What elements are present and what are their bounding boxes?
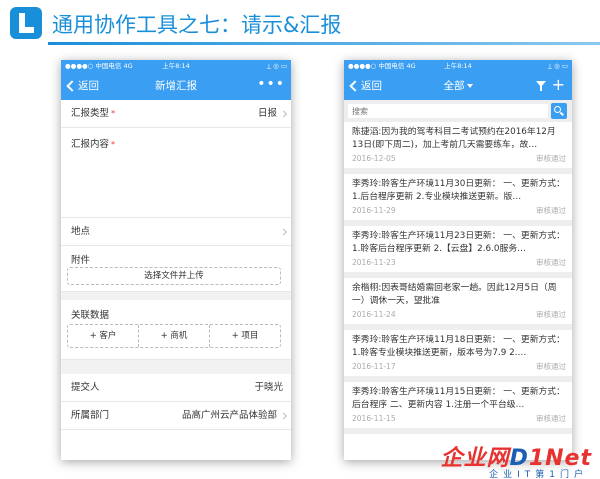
report-list-item[interactable]: 李秀玲:聆客生产环境11月15日更新： 一、更新方式：后台程序 二、更新内容 1… [344,382,572,434]
submitter-label: 提交人 [71,382,100,393]
chevron-right-icon [279,227,288,236]
filter-dropdown-label: 全部 [443,80,465,92]
report-meta: 2016-11-29 审核通过 [352,204,566,217]
report-summary: 余楷栩:因表哥结婚需回老家一趟。因此12月5日（周一）调休一天，望批准 [352,283,557,306]
status-badge: 审核通过 [536,154,566,163]
submitter-row: 提交人 于晓光 [61,374,291,402]
report-type-row[interactable]: 汇报类型 * 日报 [61,100,291,128]
report-list-item[interactable]: 陈捷滔:因为我的驾考科目二考试预约在2016年12月13日(即下周二)，加上考前… [344,122,572,174]
back-label: 返回 [361,80,382,92]
upload-file-button[interactable]: 选择文件并上传 [67,267,281,285]
section-gap [61,292,291,300]
status-badge: 审核通过 [536,310,566,319]
filter-icon[interactable] [536,81,546,91]
report-date: 2016-11-15 [352,414,396,423]
report-content-field[interactable]: 汇报内容 * [61,128,291,218]
location-label: 地点 [71,226,91,237]
caret-down-icon [466,84,473,88]
report-summary: 李秀玲:聆客生产环境11月18日更新： 一、更新方式： 1.聆客专业模块推送更新… [352,335,565,358]
search-bar [344,100,572,122]
status-badge: 审核通过 [536,414,566,423]
status-badge: 审核通过 [536,258,566,267]
report-meta: 2016-11-15 审核通过 [352,412,566,425]
new-report-phone: ●●●●○ 中国电信 4G 上午8:14 ⟂ ◎ ▭ 返回 新增汇报 ••• 汇… [61,60,291,460]
required-mark: * [111,140,116,149]
logo-icon [10,7,42,39]
chevron-left-icon [349,80,361,92]
report-date: 2016-11-29 [352,206,396,215]
add-project-button[interactable]: + 项目 [210,325,280,347]
watermark-tagline: 企业IT第1门户 [489,470,588,479]
back-label: 返回 [78,80,99,92]
report-meta: 2016-11-24 审核通过 [352,308,566,321]
attachment-section: 附件 选择文件并上传 [61,246,291,292]
add-customer-button[interactable]: + 客户 [68,325,139,347]
watermark: 企业网D1Net 企业IT第1门户 [396,440,596,479]
status-bar: ●●●●○ 中国电信 4G 上午8:14 ⟂ ◎ ▭ [61,60,291,72]
status-time: 上午8:14 [162,62,190,70]
report-date: 2016-11-23 [352,258,396,267]
report-list-item[interactable]: 李秀玲:聆客生产环境11月30日更新： 一、更新方式： 1.后台程序更新 2.专… [344,174,572,226]
status-badge: 审核通过 [536,362,566,371]
report-list: 陈捷滔:因为我的驾考科目二考试预约在2016年12月13日(即下周二)，加上考前… [344,122,572,434]
status-badge: 审核通过 [536,206,566,215]
chevron-right-icon [279,411,288,420]
report-list-item[interactable]: 余楷栩:因表哥结婚需回老家一趟。因此12月5日（周一）调休一天，望批准 2016-… [344,278,572,330]
department-value: 品高广州云产品体验部 [181,410,277,421]
status-bar: ●●●●○ 中国电信 4G 上午8:14 ⟂ ◎ ▭ [344,60,572,72]
report-list-phone: ●●●●○ 中国电信 4G 上午8:14 ⟂ ◎ ▭ 返回 全部 + 陈捷滔:因… [344,60,572,460]
report-content-label: 汇报内容 [71,139,110,150]
report-date: 2016-11-24 [352,310,396,319]
report-type-value: 日报 [257,108,277,119]
nav-bar: 返回 新增汇报 ••• [61,72,291,100]
report-meta: 2016-11-23 审核通过 [352,256,566,269]
submitter-value: 于晓光 [254,382,283,393]
department-row[interactable]: 所属部门 品高广州云产品体验部 [61,402,291,430]
attachment-label: 附件 [71,255,91,266]
report-meta: 2016-12-05 审核通过 [352,152,566,165]
search-input[interactable] [348,104,548,118]
department-label: 所属部门 [71,410,110,421]
related-data-label: 关联数据 [71,310,110,321]
report-date: 2016-12-05 [352,154,396,163]
report-list-item[interactable]: 李秀玲:聆客生产环境11月23日更新： 一、更新方式： 1.聆客后台程序更新 2… [344,226,572,278]
back-button[interactable]: 返回 [65,72,99,100]
status-time: 上午8:14 [444,62,472,70]
nav-bar: 返回 全部 + [344,72,572,100]
report-summary: 李秀玲:聆客生产环境11月30日更新： 一、更新方式： 1.后台程序更新 2.专… [352,179,565,202]
add-opportunity-button[interactable]: + 商机 [139,325,210,347]
add-icon[interactable]: + [552,72,565,98]
report-meta: 2016-11-17 审核通过 [352,360,566,373]
related-data-section: 关联数据 + 客户 + 商机 + 项目 [61,300,291,360]
report-summary: 李秀玲:聆客生产环境11月15日更新： 一、更新方式：后台程序 二、更新内容 1… [352,387,565,410]
slide-header: 通用协作工具之七：请示&汇报 [0,0,600,46]
report-summary: 陈捷滔:因为我的驾考科目二考试预约在2016年12月13日(即下周二)，加上考前… [352,127,556,150]
required-mark: * [111,109,116,118]
status-icons: ⟂ ◎ ▭ [547,62,568,70]
report-date: 2016-11-17 [352,362,396,371]
section-gap [61,360,291,374]
search-button[interactable] [551,103,567,119]
report-type-label: 汇报类型 [71,108,110,119]
related-buttons: + 客户 + 商机 + 项目 [67,324,281,348]
back-button[interactable]: 返回 [348,72,382,100]
chevron-right-icon [279,109,288,118]
header-divider [48,42,600,45]
more-icon[interactable]: ••• [257,72,285,96]
report-list-item[interactable]: 李秀玲:聆客生产环境11月18日更新： 一、更新方式： 1.聆客专业模块推送更新… [344,330,572,382]
status-icons: ⟂ ◎ ▭ [266,62,287,70]
chevron-left-icon [66,80,78,92]
slide-title: 通用协作工具之七：请示&汇报 [52,13,342,37]
location-row[interactable]: 地点 [61,218,291,246]
report-summary: 李秀玲:聆客生产环境11月23日更新： 一、更新方式： 1.聆客后台程序更新 2… [352,231,565,254]
